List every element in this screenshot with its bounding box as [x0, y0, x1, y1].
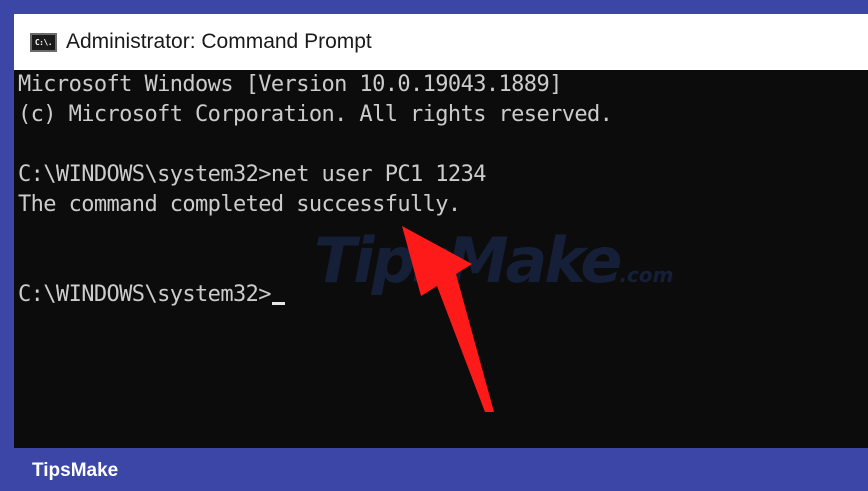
console-line: C:\WINDOWS\system32>net user PC1 1234 [18, 162, 486, 187]
title-bar[interactable]: C:\. Administrator: Command Prompt [14, 14, 868, 70]
window-title: Administrator: Command Prompt [66, 30, 372, 53]
cmd-icon-text: C:\. [34, 37, 53, 47]
footer-brand: TipsMake [32, 460, 119, 481]
cmd-icon: C:\. [30, 32, 57, 52]
console-line: Microsoft Windows [Version 10.0.19043.18… [18, 72, 562, 97]
text-cursor [271, 302, 285, 305]
prompt-text: C:\WINDOWS\system32> [18, 282, 272, 307]
command-prompt-window[interactable]: C:\. Administrator: Command Prompt Micro… [14, 14, 868, 448]
watermark: TipsMake.com [314, 224, 673, 297]
footer-bar: TipsMake [0, 448, 868, 491]
watermark-suffix: .com [619, 263, 674, 287]
watermark-text: TipsMake [314, 224, 622, 297]
console-line: (c) Microsoft Corporation. All rights re… [18, 102, 613, 127]
console-line: The command completed successfully. [18, 192, 461, 217]
